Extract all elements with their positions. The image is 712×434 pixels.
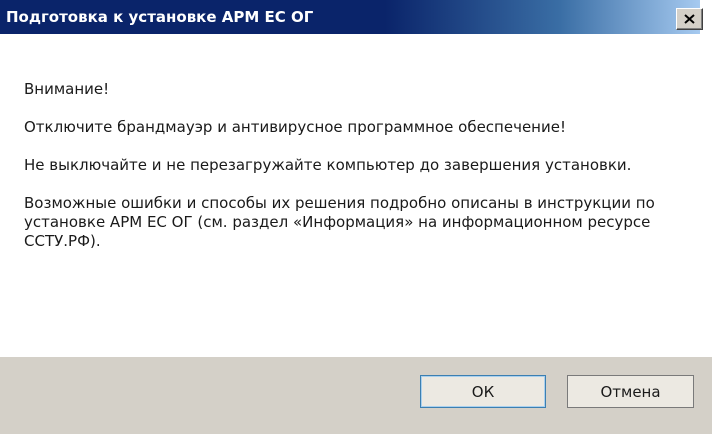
close-button[interactable] — [676, 8, 703, 30]
button-bar: ОК Отмена — [0, 357, 712, 434]
title-bar[interactable]: Подготовка к установке АРМ ЕС ОГ — [0, 0, 712, 37]
attention-text: Внимание! — [24, 80, 110, 98]
cancel-button[interactable]: Отмена — [567, 375, 694, 408]
ok-button[interactable]: ОК — [420, 375, 546, 408]
warning-firewall-text: Отключите брандмауэр и антивирусное прог… — [24, 118, 566, 136]
dialog-window: Подготовка к установке АРМ ЕС ОГ Внимани… — [0, 0, 712, 434]
close-icon — [684, 14, 695, 24]
window-title: Подготовка к установке АРМ ЕС ОГ — [6, 8, 314, 26]
message-body: Внимание! Отключите брандмауэр и антивир… — [24, 80, 674, 251]
info-errors-text: Возможные ошибки и способы их решения по… — [24, 194, 655, 250]
warning-power-text: Не выключайте и не перезагружайте компью… — [24, 156, 632, 174]
